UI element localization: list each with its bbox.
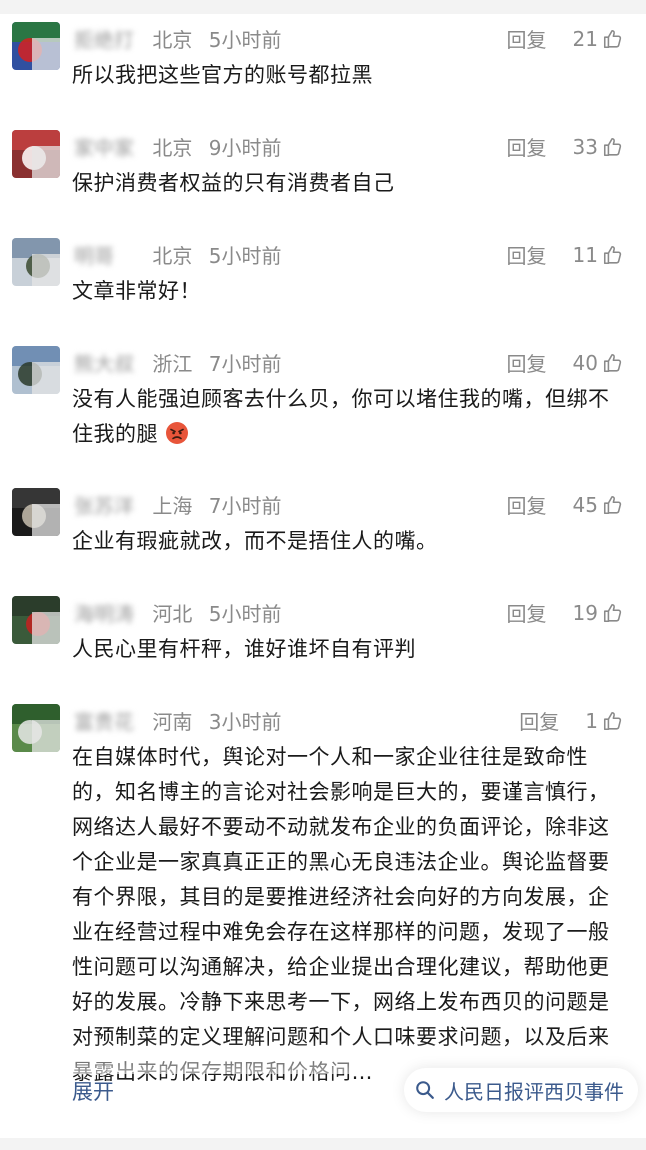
comment-text: 人民心里有杆秤，谁好谁坏自有评判 [72,632,622,667]
avatar[interactable] [12,130,60,178]
avatar[interactable] [12,704,60,752]
like-count: 1 [585,708,598,733]
search-icon [416,1081,434,1099]
comment-meta: 家中家活 北京 9小时前 回复 33 [74,132,624,162]
comment-item: 张苏洋 上海 7小时前 回复 45 企业有瑕疵就改，而不是捂住人的嘴。 [0,480,646,559]
comment-list-page: 拒绝打开 北京 5小时前 回复 21 所以我把这些官方的账号都拉黑 家中家活 北… [0,0,646,1150]
comment-body: 文章非常好！ [72,279,201,303]
comment-actions: 回复 33 [507,132,624,161]
like-count: 21 [572,26,598,51]
reply-button[interactable]: 回复 [507,598,547,627]
avatar[interactable] [12,346,60,394]
location: 北京 [152,244,193,268]
reply-button[interactable]: 回复 [507,240,547,269]
thumbs-up-icon[interactable] [602,602,624,624]
comment-body: 在自媒体时代，舆论对一个人和一家企业往往是致命性的，知名博主的言论对社会影响是巨… [72,745,610,1084]
like-count: 45 [572,492,598,517]
comment-meta: 明哥 北京 5小时前 回复 11 [74,240,624,270]
comment-item: 海明涛 河北 5小时前 回复 19 人民心里有杆秤，谁好谁坏自有评判 [0,588,646,667]
avatar[interactable] [12,238,60,286]
username[interactable]: 熊大叔 [74,348,134,377]
comment-text: 所以我把这些官方的账号都拉黑 [72,58,622,93]
like-count: 40 [572,350,598,375]
timestamp: 3小时前 [208,710,282,734]
related-search-chip[interactable]: 人民日报评西贝事件 [404,1068,638,1112]
comment-item: 熊大叔 浙江 7小时前 回复 40 没有人能强迫顾客去什么贝，你可以堵住我的嘴，… [0,338,646,452]
thumbs-up-icon[interactable] [602,710,624,732]
timestamp: 5小时前 [208,244,282,268]
expand-link[interactable]: 展开 [72,1076,114,1106]
comment-body: 保护消费者权益的只有消费者自己 [72,171,395,195]
username[interactable]: 明哥 [74,240,134,269]
avatar[interactable] [12,488,60,536]
top-divider [0,0,646,14]
location: 北京 [152,136,193,160]
angry-face-emoji-icon [166,422,189,444]
comment-actions: 回复 45 [507,490,624,519]
comment-body: 人民心里有杆秤，谁好谁坏自有评判 [72,637,416,661]
location: 北京 [152,28,193,52]
comment-actions: 回复 21 [507,24,624,53]
reply-button[interactable]: 回复 [519,706,559,735]
comment-actions: 回复 40 [507,348,624,377]
comment-meta: 富贵花开 河南 3小时前 回复 1 [74,706,624,736]
thumbs-up-icon[interactable] [602,494,624,516]
username[interactable]: 富贵花开 [74,706,134,735]
comment-actions: 回复 19 [507,598,624,627]
reply-button[interactable]: 回复 [507,132,547,161]
timestamp: 9小时前 [208,136,282,160]
comment-text: 在自媒体时代，舆论对一个人和一家企业往往是致命性的，知名博主的言论对社会影响是巨… [72,740,622,1090]
username[interactable]: 海明涛 [74,598,134,627]
avatar[interactable] [12,22,60,70]
comment-meta: 海明涛 河北 5小时前 回复 19 [74,598,624,628]
timestamp: 7小时前 [208,352,282,376]
comment-body: 没有人能强迫顾客去什么贝，你可以堵住我的嘴，但绑不住我的腿 [72,387,610,446]
comment-body: 企业有瑕疵就改，而不是捂住人的嘴。 [72,529,438,553]
bottom-divider [0,1138,646,1150]
search-chip-label: 人民日报评西贝事件 [444,1079,624,1104]
timestamp: 5小时前 [208,602,282,626]
comment-item: 明哥 北京 5小时前 回复 11 文章非常好！ [0,230,646,309]
thumbs-up-icon[interactable] [602,136,624,158]
username[interactable]: 拒绝打开 [74,24,134,53]
comment-meta: 张苏洋 上海 7小时前 回复 45 [74,490,624,520]
comment-item: 拒绝打开 北京 5小时前 回复 21 所以我把这些官方的账号都拉黑 [0,14,646,93]
avatar[interactable] [12,596,60,644]
comment-actions: 回复 11 [507,240,624,269]
comment-item: 家中家活 北京 9小时前 回复 33 保护消费者权益的只有消费者自己 [0,122,646,201]
thumbs-up-icon[interactable] [602,352,624,374]
comment-meta: 拒绝打开 北京 5小时前 回复 21 [74,24,624,54]
location: 上海 [152,494,193,518]
timestamp: 5小时前 [208,28,282,52]
thumbs-up-icon[interactable] [602,244,624,266]
username[interactable]: 张苏洋 [74,490,134,519]
comment-text: 没有人能强迫顾客去什么贝，你可以堵住我的嘴，但绑不住我的腿 [72,382,622,452]
location: 河南 [152,710,193,734]
reply-button[interactable]: 回复 [507,348,547,377]
location: 河北 [152,602,193,626]
comment-meta: 熊大叔 浙江 7小时前 回复 40 [74,348,624,378]
comment-text: 保护消费者权益的只有消费者自己 [72,166,622,201]
comment-actions: 回复 1 [519,706,624,735]
timestamp: 7小时前 [208,494,282,518]
reply-button[interactable]: 回复 [507,490,547,519]
like-count: 33 [572,134,598,159]
like-count: 19 [572,600,598,625]
username[interactable]: 家中家活 [74,132,134,161]
comment-item: 富贵花开 河南 3小时前 回复 1 在自媒体时代，舆论对一个人和一家企业往往是致… [0,696,646,1090]
like-count: 11 [572,242,598,267]
comment-text: 文章非常好！ [72,274,622,309]
comment-text: 企业有瑕疵就改，而不是捂住人的嘴。 [72,524,622,559]
thumbs-up-icon[interactable] [602,28,624,50]
location: 浙江 [152,352,193,376]
comment-body: 所以我把这些官方的账号都拉黑 [72,63,373,87]
reply-button[interactable]: 回复 [507,24,547,53]
